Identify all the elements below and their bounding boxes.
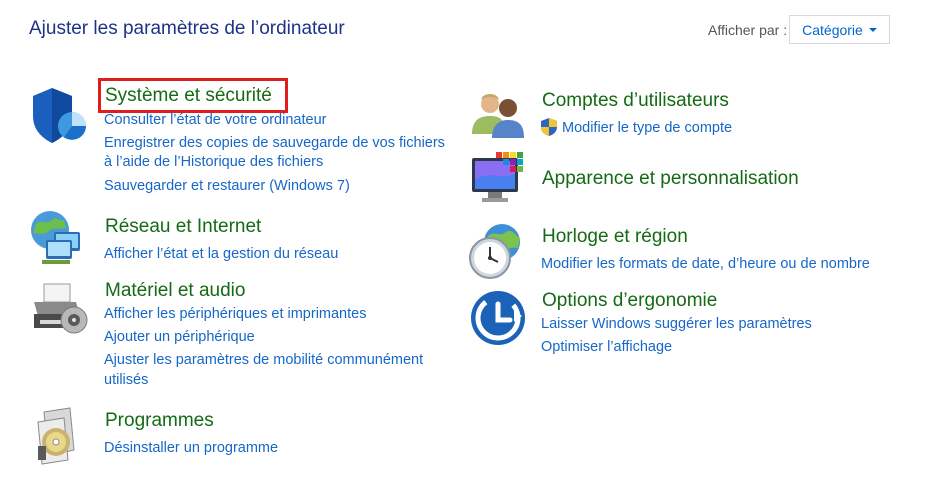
link-change-account-type-label: Modifier le type de compte xyxy=(562,120,733,136)
link-optimize-display[interactable]: Optimiser l’affichage xyxy=(541,337,672,357)
link-mobility-settings-line1[interactable]: Ajuster les paramètres de mobilité commu… xyxy=(104,350,423,370)
view-by-value: Catégorie xyxy=(802,21,863,38)
category-title-network-internet[interactable]: Réseau et Internet xyxy=(105,216,261,238)
link-let-windows-suggest[interactable]: Laisser Windows suggérer les paramètres xyxy=(541,314,812,334)
link-network-status[interactable]: Afficher l’état et la gestion du réseau xyxy=(104,244,338,264)
network-globe-icon[interactable] xyxy=(28,208,88,268)
category-title-ease-of-access[interactable]: Options d’ergonomie xyxy=(542,290,717,312)
printer-icon[interactable] xyxy=(30,280,90,340)
uac-shield-icon xyxy=(541,117,557,136)
category-title-hardware-sound[interactable]: Matériel et audio xyxy=(105,280,245,302)
link-check-computer-status[interactable]: Consulter l’état de votre ordinateur xyxy=(104,110,326,130)
view-by-control: Afficher par : Catégorie xyxy=(708,15,890,44)
page-title: Ajuster les paramètres de l’ordinateur xyxy=(29,18,345,39)
clock-globe-icon[interactable] xyxy=(466,222,526,282)
view-by-label: Afficher par : xyxy=(708,21,788,38)
link-date-time-formats[interactable]: Modifier les formats de date, d’heure ou… xyxy=(541,254,870,274)
category-title-system-security[interactable]: Système et sécurité xyxy=(105,85,272,107)
link-file-history-line1[interactable]: Enregistrer des copies de sauvegarde de … xyxy=(104,133,445,153)
link-add-device[interactable]: Ajouter un périphérique xyxy=(104,327,255,347)
view-by-dropdown[interactable]: Catégorie xyxy=(789,15,890,44)
category-title-clock-region[interactable]: Horloge et région xyxy=(542,226,688,248)
link-backup-restore[interactable]: Sauvegarder et restaurer (Windows 7) xyxy=(104,176,350,196)
users-icon[interactable] xyxy=(470,88,530,148)
link-mobility-settings-line2[interactable]: utilisés xyxy=(104,370,148,390)
category-title-programs[interactable]: Programmes xyxy=(105,410,214,432)
security-shield-icon[interactable] xyxy=(30,86,90,146)
category-title-appearance[interactable]: Apparence et personnalisation xyxy=(542,168,799,190)
chevron-down-icon xyxy=(868,28,877,32)
ease-of-access-icon[interactable] xyxy=(470,290,530,350)
link-uninstall-program[interactable]: Désinstaller un programme xyxy=(104,438,278,458)
monitor-icon[interactable] xyxy=(470,150,530,210)
link-change-account-type[interactable]: Modifier le type de compte xyxy=(540,117,733,138)
link-file-history-line2[interactable]: à l’aide de l’Historique des fichiers xyxy=(104,152,323,172)
link-devices-printers[interactable]: Afficher les périphériques et imprimante… xyxy=(104,304,366,324)
category-title-user-accounts[interactable]: Comptes d’utilisateurs xyxy=(542,90,729,112)
programs-disc-icon[interactable] xyxy=(34,406,94,466)
